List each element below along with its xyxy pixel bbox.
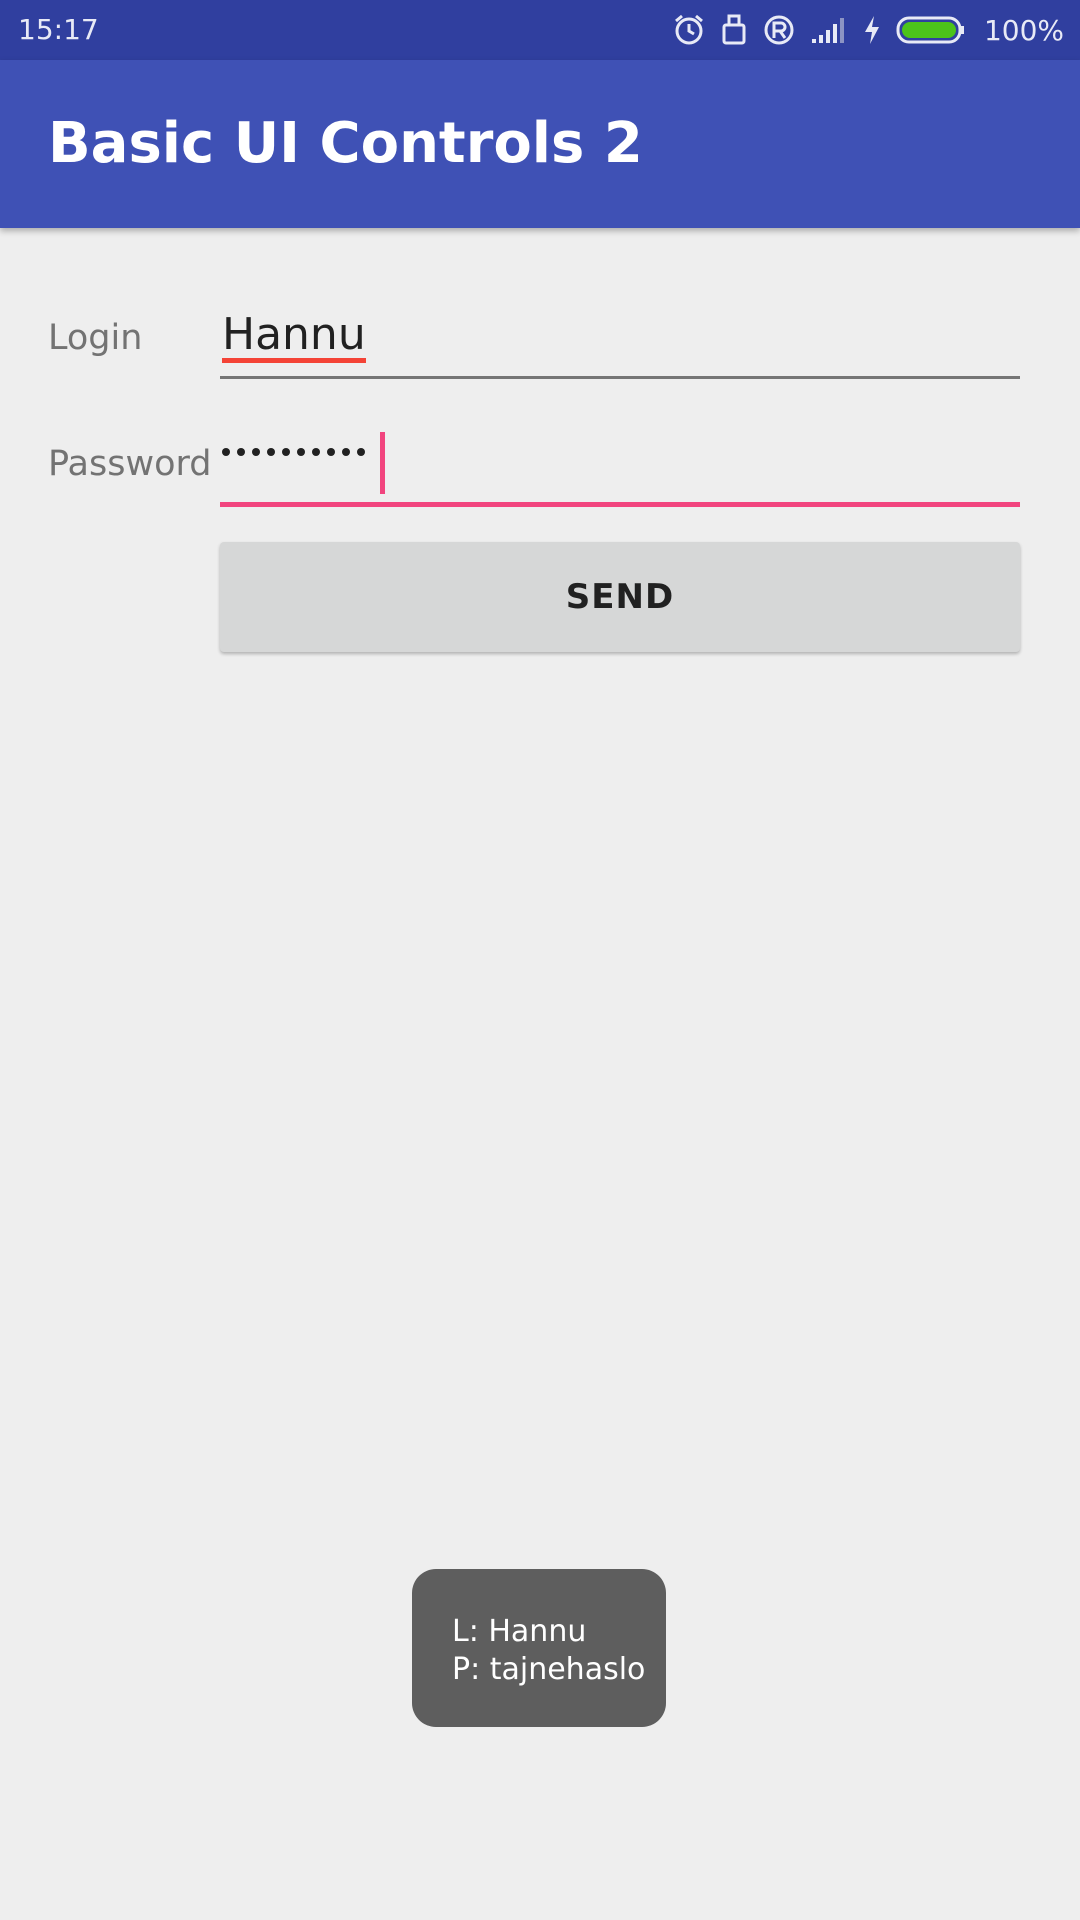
alarm-icon — [672, 13, 706, 47]
password-dot — [297, 448, 305, 456]
battery-icon — [896, 15, 966, 45]
password-dot — [327, 448, 335, 456]
password-dot — [237, 448, 245, 456]
signal-icon — [810, 15, 848, 45]
status-icons: 100% — [672, 0, 1064, 60]
toast-password-line: P: tajnehaslo — [452, 1652, 646, 1687]
toast-login-line: L: Hannu — [452, 1614, 587, 1649]
password-dot — [252, 448, 260, 456]
login-input[interactable]: Hannu — [220, 300, 1020, 379]
password-dot — [357, 448, 365, 456]
login-label: Login — [48, 318, 143, 358]
registered-icon — [762, 13, 796, 47]
password-dot — [282, 448, 290, 456]
status-bar: 15:17 100% — [0, 0, 1080, 60]
password-dot — [342, 448, 350, 456]
password-label: Password — [48, 444, 212, 484]
login-value: Hannu — [222, 312, 366, 363]
device-icon — [720, 13, 748, 47]
battery-percent: 100% — [983, 13, 1064, 47]
charging-icon — [862, 14, 882, 46]
status-time: 15:17 — [18, 13, 99, 46]
text-cursor — [380, 432, 385, 494]
password-input[interactable] — [220, 426, 1020, 507]
password-masked-value — [222, 448, 365, 456]
app-title: Basic UI Controls 2 — [48, 111, 643, 176]
app-bar: Basic UI Controls 2 — [0, 60, 1080, 228]
password-dot — [222, 448, 230, 456]
send-button[interactable]: SEND — [220, 542, 1020, 652]
toast-message: L: Hannu P: tajnehaslo — [412, 1569, 666, 1727]
password-dot — [312, 448, 320, 456]
password-dot — [267, 448, 275, 456]
